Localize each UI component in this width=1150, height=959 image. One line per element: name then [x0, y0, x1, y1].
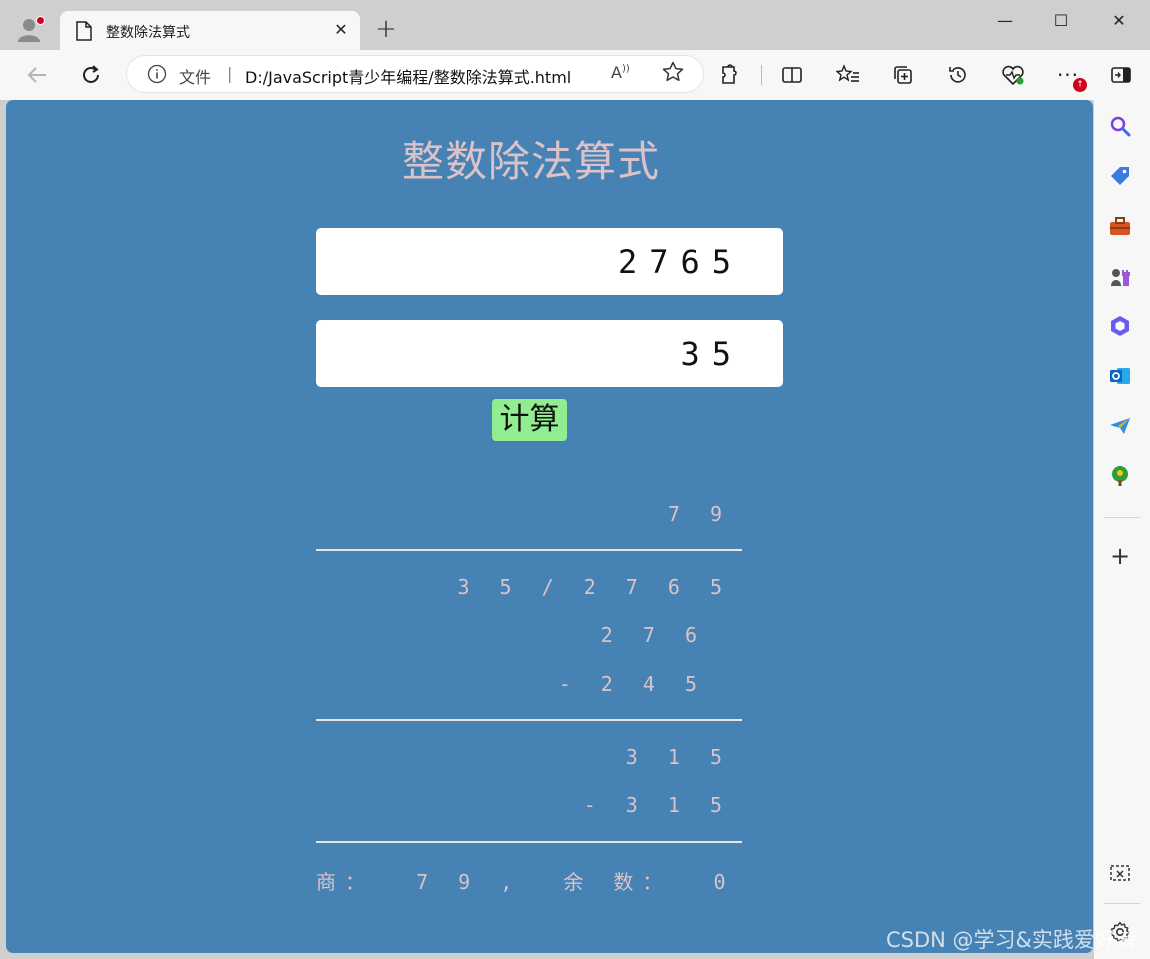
browser-toolbar: 文件 | D:/JavaScript青少年编程/整数除法算式.html A)) …: [0, 50, 1150, 100]
search-icon[interactable]: [1108, 114, 1132, 138]
send-icon[interactable]: [1108, 414, 1132, 438]
sidebar-divider: [1104, 517, 1140, 518]
division-line-2: [316, 719, 742, 721]
history-icon[interactable]: [943, 60, 973, 90]
address-separator: |: [227, 64, 233, 83]
divisor-input[interactable]: [316, 320, 783, 387]
favorite-star-icon[interactable]: [661, 60, 685, 88]
back-arrow-icon[interactable]: [22, 60, 52, 90]
step1-subtract-row: - 2 4 5: [558, 672, 706, 696]
address-bar[interactable]: 文件 | D:/JavaScript青少年编程/整数除法算式.html A)): [127, 56, 703, 92]
collections-icon[interactable]: [888, 60, 918, 90]
scheme-label: 文件: [179, 68, 212, 87]
extensions-icon[interactable]: [716, 60, 746, 90]
result-row: 商： 7 9 , 余 数： 0: [316, 870, 735, 894]
minimize-button[interactable]: —: [982, 6, 1028, 36]
split-screen-icon[interactable]: [777, 60, 807, 90]
tab-active[interactable]: 整数除法算式 ✕: [60, 11, 360, 51]
document-icon: [76, 21, 92, 45]
outlook-icon[interactable]: [1108, 364, 1132, 388]
refresh-icon[interactable]: [76, 60, 106, 90]
read-aloud-icon[interactable]: A)): [611, 63, 630, 82]
step1-partial-row: 2 7 6: [600, 623, 706, 647]
url-text[interactable]: D:/JavaScript青少年编程/整数除法算式.html: [245, 64, 571, 88]
tab-strip: 整数除法算式 ✕ + — ☐ ✕: [0, 0, 1150, 51]
quotient-row: 7 9: [667, 502, 731, 526]
sidebar-toggle-icon[interactable]: [1106, 60, 1136, 90]
page-title: 整数除法算式: [401, 137, 660, 186]
maximize-button[interactable]: ☐: [1038, 6, 1084, 36]
notification-dot-icon: [36, 16, 45, 25]
dividend-input[interactable]: [316, 228, 783, 295]
tree-icon[interactable]: [1108, 464, 1132, 488]
more-menu-icon[interactable]: ··· ↑: [1053, 60, 1087, 92]
sidebar-divider-bottom: [1104, 903, 1140, 904]
chess-icon[interactable]: [1108, 264, 1132, 288]
tag-icon[interactable]: [1108, 164, 1132, 188]
toolbox-icon[interactable]: [1108, 214, 1132, 238]
close-tab-icon[interactable]: ✕: [330, 19, 352, 41]
calculate-button[interactable]: 计算: [492, 399, 567, 441]
division-line-1: [316, 549, 742, 551]
step2-partial-row: 3 1 5: [625, 745, 731, 769]
add-icon[interactable]: +: [1108, 544, 1132, 569]
division-line-3: [316, 841, 742, 843]
info-icon[interactable]: [147, 64, 167, 88]
step2-subtract-row: - 3 1 5: [583, 793, 731, 817]
tab-title: 整数除法算式: [106, 25, 190, 41]
page-content: 整数除法算式 计算 7 9 3 5 / 2 7 6 5 2 7 6 - 2 4 …: [6, 100, 1093, 953]
close-window-button[interactable]: ✕: [1096, 6, 1142, 36]
divisor-dividend-row: 3 5 / 2 7 6 5: [457, 575, 731, 599]
new-tab-button[interactable]: +: [372, 16, 400, 44]
update-badge-icon: ↑: [1073, 78, 1087, 92]
edge-sidebar: +: [1094, 100, 1150, 959]
profile-avatar-icon[interactable]: [14, 14, 45, 44]
browser-essentials-icon[interactable]: [998, 60, 1028, 90]
csdn-watermark: CSDN @学习&实践爱好者: [886, 928, 1137, 952]
favorites-list-icon[interactable]: [833, 60, 863, 90]
screenshot-icon[interactable]: [1108, 862, 1132, 886]
toolbar-divider: [761, 65, 762, 85]
office-icon[interactable]: [1108, 314, 1132, 338]
